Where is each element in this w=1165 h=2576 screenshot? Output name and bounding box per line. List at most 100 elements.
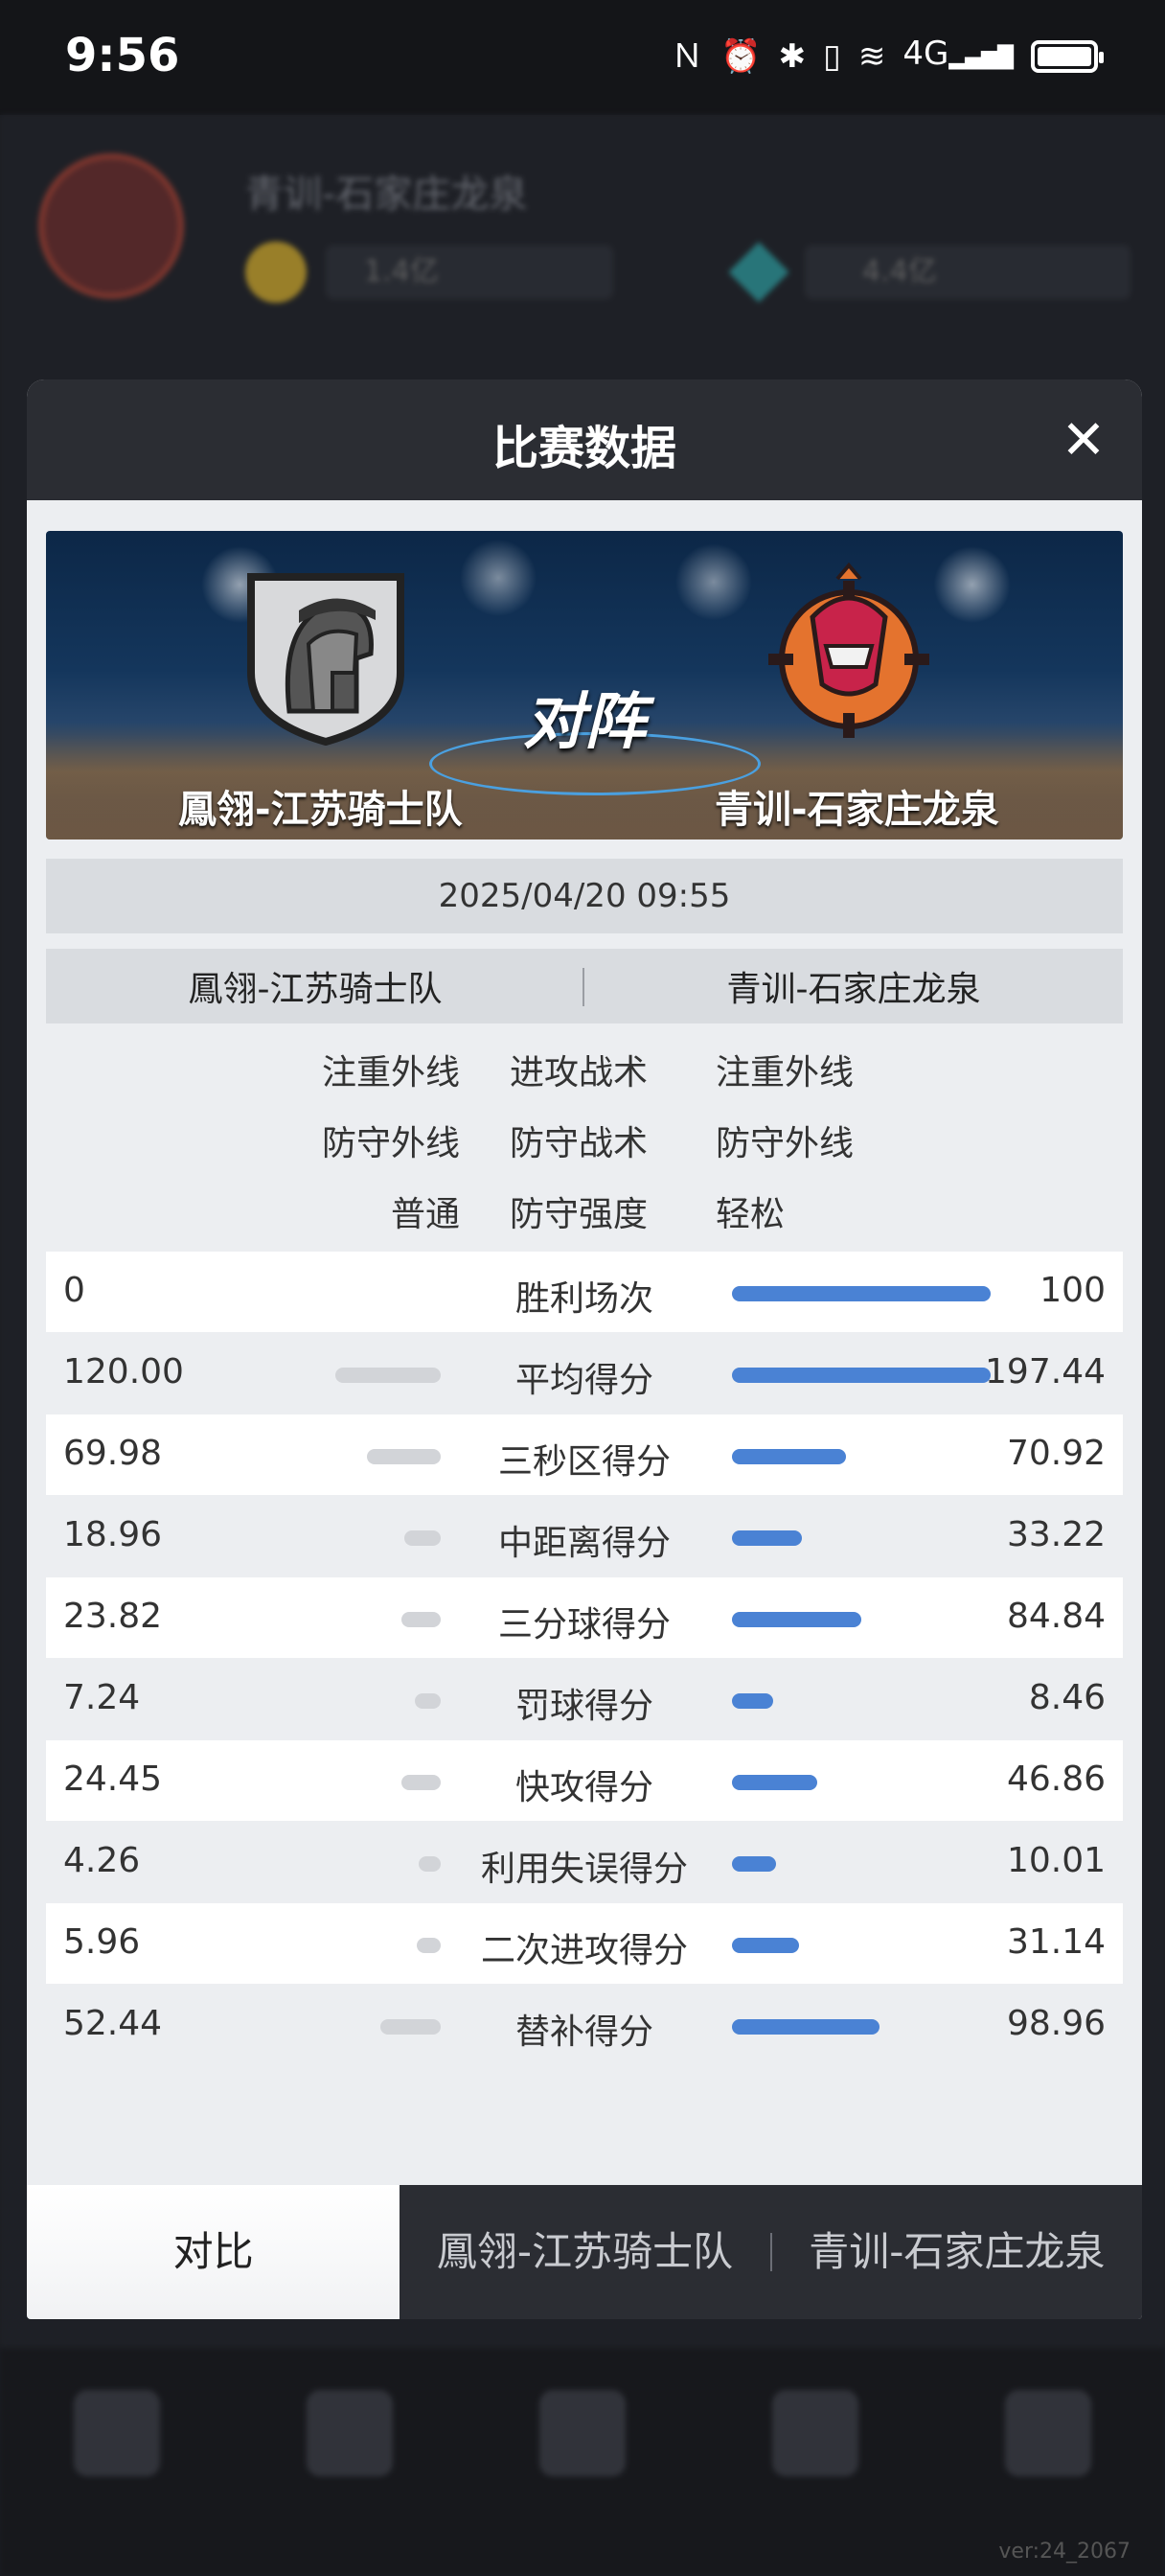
tab-left-team[interactable]: 鳳翎-江苏骑士队 <box>400 2185 769 2319</box>
stat-right-value: 46.86 <box>1006 1760 1106 1799</box>
stats-table: 0 胜利场次 100 120.00 平均得分 197.44 69.98 三秒区得分 70.92 1… <box>46 1252 1123 2066</box>
stat-row: 7.24 罚球得分 8.46 <box>46 1659 1123 1739</box>
nav-item[interactable] <box>763 2390 868 2534</box>
tactic-right: 防守外线 <box>716 1124 855 1163</box>
stat-right-bar <box>732 1368 991 1383</box>
team-name: 青训-石家庄龙泉 <box>245 172 528 217</box>
matchup-banner: 对阵 鳳翎-江苏骑士队 青训-石家庄龙泉 <box>46 531 1123 840</box>
tactic-label: 防守强度 <box>510 1195 649 1234</box>
stat-label: 中距离得分 <box>497 1524 671 1563</box>
nav-item[interactable] <box>530 2390 635 2534</box>
tactics-table: 注重外线 进攻战术 注重外线 防守外线 防守战术 防守外线 普通 防守强度 轻松 <box>27 1031 1142 1244</box>
tab-compare[interactable]: 对比 <box>27 2185 400 2319</box>
stat-label: 罚球得分 <box>514 1687 653 1726</box>
tactic-right: 注重外线 <box>716 1053 855 1092</box>
battery-icon <box>1031 39 1104 73</box>
nav-icon <box>1005 2390 1092 2476</box>
status-time: 9:56 <box>65 29 180 82</box>
tactic-label: 进攻战术 <box>510 1053 649 1092</box>
dialog-header: 比赛数据 ✕ <box>27 380 1142 500</box>
divider <box>582 968 584 1006</box>
tactic-label: 防守战术 <box>510 1124 649 1163</box>
tactic-right: 轻松 <box>716 1195 786 1234</box>
stat-right-value: 10.01 <box>1006 1841 1106 1880</box>
stat-right-bar <box>732 2019 879 2035</box>
stat-row: 4.26 利用失误得分 10.01 <box>46 1822 1123 1902</box>
stat-label: 替补得分 <box>514 2012 653 2052</box>
banner-right-team: 青训-石家庄龙泉 <box>715 788 999 832</box>
tactics-row: 防守外线 防守战术 防守外线 <box>27 1102 1142 1173</box>
stat-right-bar <box>732 1612 861 1627</box>
arena-lights <box>46 531 1123 665</box>
stat-right-bar <box>732 1856 776 1872</box>
versus-label: 对阵 <box>523 687 646 758</box>
nfc-icon: Ｎ <box>671 36 704 76</box>
stat-row: 23.82 三分球得分 84.84 <box>46 1577 1123 1658</box>
nav-icon <box>73 2390 160 2476</box>
stat-row: 0 胜利场次 100 <box>46 1252 1123 1332</box>
stat-right-value: 33.22 <box>1006 1515 1106 1554</box>
stat-right-value: 197.44 <box>985 1352 1106 1392</box>
stat-right-value: 70.92 <box>1006 1434 1106 1473</box>
view-tabs: 对比 鳳翎-江苏骑士队 青训-石家庄龙泉 <box>27 2185 1142 2319</box>
banner-left-team: 鳳翎-江苏骑士队 <box>178 788 463 832</box>
bluetooth-icon: ✱ <box>778 36 807 76</box>
nav-icon <box>306 2390 393 2476</box>
stat-label: 快攻得分 <box>514 1768 653 1807</box>
stat-right-value: 100 <box>1039 1271 1106 1310</box>
team-avatar <box>38 153 184 299</box>
stat-label: 二次进攻得分 <box>480 1931 688 1970</box>
gem-icon <box>728 242 789 303</box>
stat-label: 三分球得分 <box>497 1605 671 1644</box>
coin-balance: 1.4亿 <box>326 245 613 299</box>
stat-right-value: 98.96 <box>1006 2004 1106 2043</box>
tab-right-team[interactable]: 青训-石家庄龙泉 <box>772 2185 1142 2319</box>
network-type-label: 4G <box>902 34 949 73</box>
stat-row: 18.96 中距离得分 33.22 <box>46 1496 1123 1576</box>
close-button[interactable]: ✕ <box>1052 408 1115 472</box>
nav-item[interactable] <box>297 2390 402 2534</box>
tactic-left: 防守外线 <box>321 1124 460 1163</box>
wifi-icon: ≋ <box>857 36 886 76</box>
stat-right-bar <box>732 1449 846 1464</box>
stat-right-value: 84.84 <box>1006 1597 1106 1636</box>
tactic-left: 普通 <box>390 1195 460 1234</box>
stat-row: 120.00 平均得分 197.44 <box>46 1333 1123 1414</box>
stat-right-bar <box>732 1938 799 1953</box>
match-data-dialog: 比赛数据 ✕ 对阵 鳳翎-江苏骑士队 青训-石家庄龙泉 2025/04/20 0… <box>27 380 1142 2319</box>
right-team-name: 青训-石家庄龙泉 <box>726 970 981 1009</box>
nav-icon <box>772 2390 859 2476</box>
bottom-nav <box>0 2348 1165 2576</box>
alarm-icon: ⏰ <box>720 36 762 76</box>
stat-right-bar <box>732 1693 773 1709</box>
nav-icon <box>538 2390 626 2476</box>
dialog-title: 比赛数据 <box>491 422 676 475</box>
stat-label: 利用失误得分 <box>480 1850 688 1889</box>
nav-item[interactable] <box>995 2390 1101 2534</box>
stat-label: 三秒区得分 <box>497 1442 671 1482</box>
left-team-name: 鳳翎-江苏骑士队 <box>188 970 443 1009</box>
match-date: 2025/04/20 09:55 <box>46 859 1123 933</box>
signal-icon: 4G▂▄▆█ <box>902 34 1014 73</box>
teams-header: 鳳翎-江苏骑士队 青训-石家庄龙泉 <box>46 949 1123 1024</box>
stat-row: 5.96 二次进攻得分 31.14 <box>46 1903 1123 1984</box>
version-label: ver:24_2067 <box>998 2540 1131 2564</box>
stat-right-value: 8.46 <box>1028 1678 1106 1717</box>
status-bar: 9:56 Ｎ ⏰ ✱ ▯ ≋ 4G▂▄▆█ <box>0 0 1165 115</box>
stat-row: 24.45 快攻得分 46.86 <box>46 1740 1123 1821</box>
stat-right-bar <box>732 1530 802 1546</box>
vibrate-icon: ▯ <box>823 36 841 76</box>
status-icons: Ｎ ⏰ ✱ ▯ ≋ 4G▂▄▆█ <box>671 33 1104 80</box>
stat-row: 69.98 三秒区得分 70.92 <box>46 1414 1123 1495</box>
gem-balance: 4.4亿 <box>805 245 1131 299</box>
coin-icon <box>245 242 307 303</box>
tactics-row: 普通 防守强度 轻松 <box>27 1173 1142 1244</box>
tactic-left: 注重外线 <box>321 1053 460 1092</box>
nav-item[interactable] <box>64 2390 170 2534</box>
stat-right-value: 31.14 <box>1006 1922 1106 1962</box>
close-icon: ✕ <box>1061 408 1107 472</box>
tactics-row: 注重外线 进攻战术 注重外线 <box>27 1031 1142 1102</box>
stat-right-bar <box>732 1286 991 1301</box>
stat-right-bar <box>732 1775 817 1790</box>
stat-row: 52.44 替补得分 98.96 <box>46 1985 1123 2065</box>
